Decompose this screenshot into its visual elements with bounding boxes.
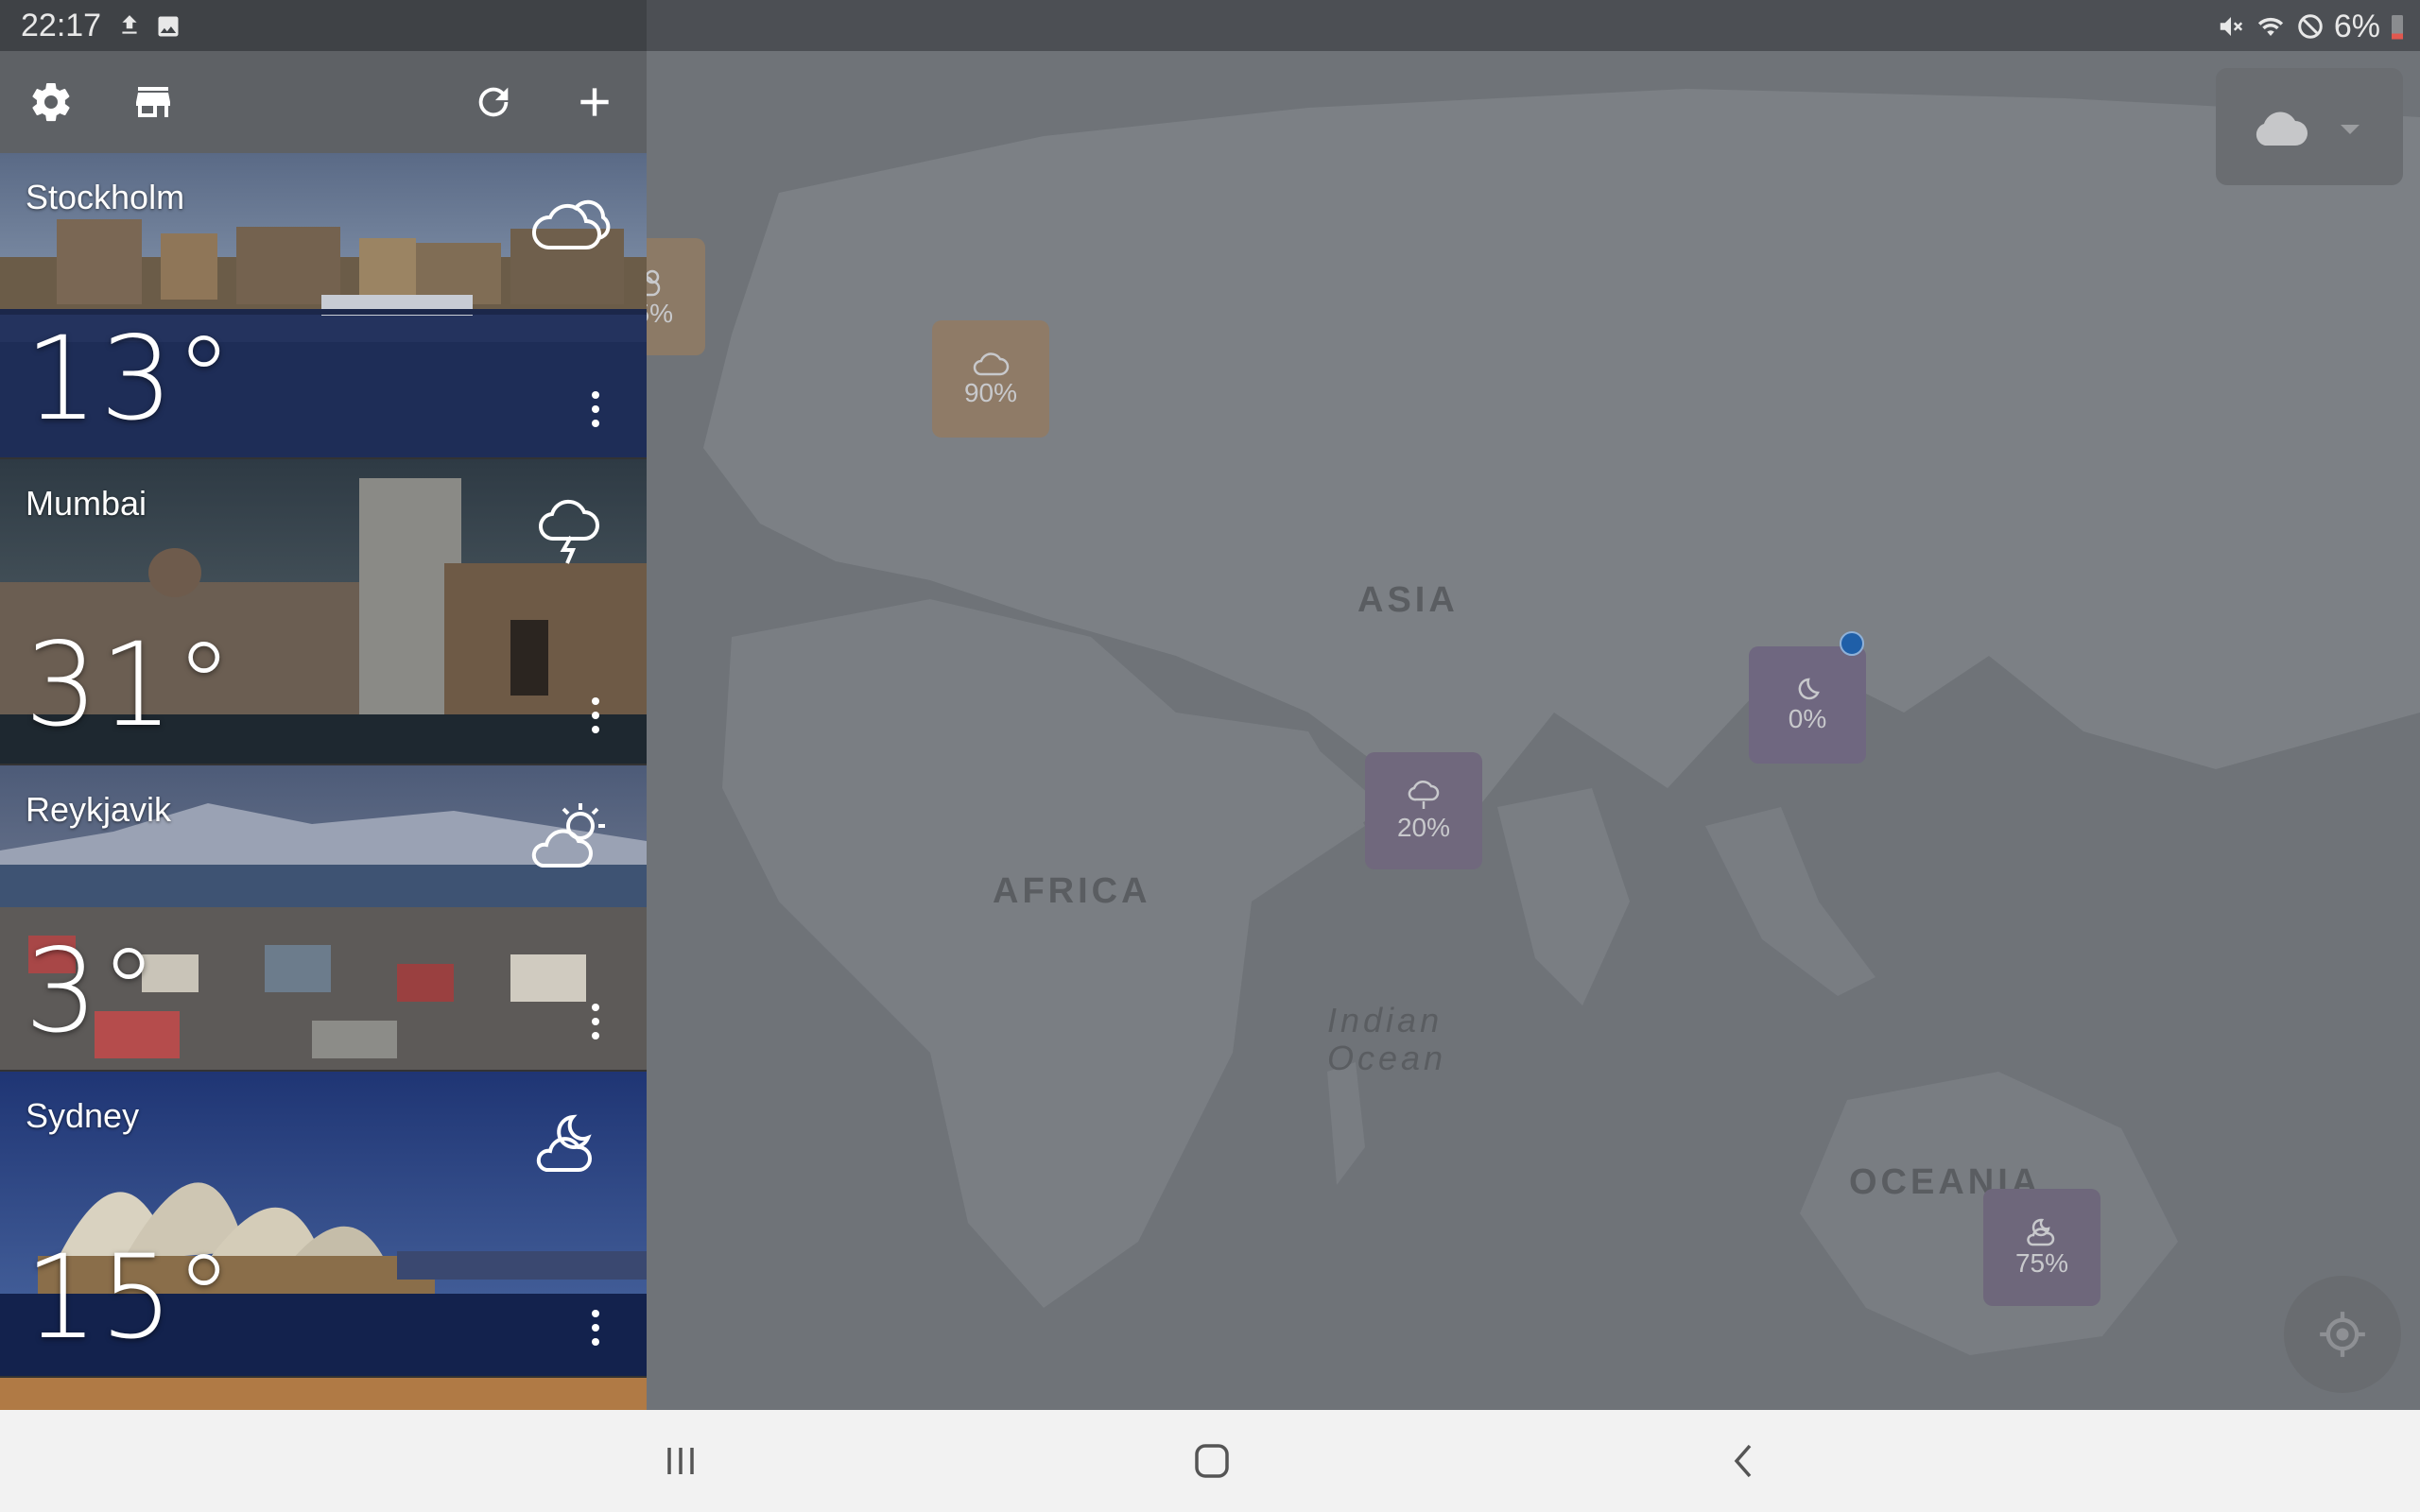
thunderstorm-icon: [539, 499, 599, 564]
cloud-icon: [2256, 112, 2308, 146]
do-not-disturb-icon: [2298, 14, 2323, 39]
weather-marker[interactable]: 75%: [1983, 1189, 2100, 1306]
more-options-button[interactable]: [579, 384, 613, 435]
battery-percent: 6%: [2333, 8, 2380, 44]
cloudy-icon: [532, 199, 611, 249]
current-location-dot: [1840, 631, 1864, 656]
partly-sunny-icon: [647, 269, 661, 297]
more-vert-icon: [592, 697, 599, 733]
more-vert-icon: [592, 1004, 599, 1040]
map-layer-selector[interactable]: [2216, 68, 2403, 185]
city-temperature: 3°: [25, 924, 160, 1058]
navigation-bar: [0, 1410, 2420, 1512]
store-button[interactable]: [127, 76, 180, 129]
marker-value: 0%: [1788, 704, 1827, 733]
marker-value: 75%: [2014, 1248, 2069, 1278]
back-icon: [1734, 1444, 1752, 1478]
moon-icon: [1798, 678, 1820, 700]
more-options-button[interactable]: [579, 1302, 613, 1353]
city-card-stockholm[interactable]: Stockholm 13°: [0, 153, 647, 457]
wifi-icon: [2257, 17, 2283, 36]
city-list-panel: Stockholm 13° Mumbai 31° Reykjavik 3° Sy…: [0, 51, 647, 1410]
marker-value: 90%: [963, 378, 1018, 407]
marker-value: 75%: [647, 299, 674, 328]
settings-icon: [32, 82, 70, 122]
rain-icon: [1408, 780, 1440, 809]
city-name: Reykjavik: [26, 790, 172, 829]
refresh-button[interactable]: [467, 76, 520, 129]
add-icon: [580, 88, 609, 116]
more-vert-icon: [592, 391, 599, 427]
partly-sunny-icon: [531, 803, 605, 868]
city-card-reykjavik[interactable]: Reykjavik 3°: [0, 765, 647, 1070]
weather-marker[interactable]: 0%: [1749, 646, 1866, 764]
marker-value: 20%: [1396, 813, 1451, 842]
status-bar: 22:17 6%: [0, 0, 2420, 51]
settings-button[interactable]: [25, 76, 78, 129]
mute-icon: [2220, 17, 2242, 36]
city-temperature: 31°: [25, 618, 235, 752]
city-card-mumbai[interactable]: Mumbai 31°: [0, 459, 647, 764]
cloudy-night-icon: [2027, 1218, 2055, 1246]
weather-map[interactable]: ASIA AFRICA Indian Ocean OCEANIA 75% 90%…: [647, 51, 2420, 1410]
status-icons: 6%: [2217, 8, 2405, 45]
map-label-africa: AFRICA: [993, 871, 1151, 911]
my-location-icon: [2320, 1312, 2365, 1357]
map-label-indian-ocean: Indian Ocean: [1327, 1001, 1447, 1077]
city-card-sydney[interactable]: Sydney 15°: [0, 1072, 647, 1376]
dropdown-arrow-icon: [2341, 125, 2360, 134]
map-label-asia: ASIA: [1357, 580, 1459, 620]
cloud-icon: [973, 352, 1010, 376]
toolbar: [0, 51, 647, 153]
upload-icon: [122, 15, 137, 34]
city-temperature: 15°: [25, 1230, 235, 1365]
store-icon: [136, 87, 170, 117]
recent-apps-icon: [667, 1448, 694, 1474]
battery-icon: [2392, 15, 2403, 40]
partly-cloudy-night-icon: [536, 1114, 592, 1172]
city-card-next-partial[interactable]: [0, 1378, 647, 1410]
recent-apps-button[interactable]: [652, 1433, 709, 1489]
city-name: Mumbai: [26, 484, 147, 523]
city-name: Sydney: [26, 1096, 140, 1135]
home-icon: [1195, 1444, 1229, 1478]
more-options-button[interactable]: [579, 996, 613, 1047]
my-location-button[interactable]: [2284, 1276, 2401, 1393]
home-button[interactable]: [1184, 1433, 1240, 1489]
refresh-icon: [478, 87, 509, 117]
map-background: [647, 51, 2420, 1410]
city-name: Stockholm: [26, 178, 185, 216]
status-time: 22:17: [21, 8, 102, 43]
more-options-button[interactable]: [579, 690, 613, 741]
weather-marker[interactable]: 90%: [932, 320, 1049, 438]
more-vert-icon: [592, 1310, 599, 1346]
back-button[interactable]: [1715, 1433, 1772, 1489]
weather-marker[interactable]: 20%: [1365, 752, 1482, 869]
add-city-button[interactable]: [568, 76, 621, 129]
weather-marker[interactable]: 75%: [647, 238, 705, 355]
city-temperature: 13°: [25, 312, 235, 446]
image-icon: [158, 16, 179, 37]
